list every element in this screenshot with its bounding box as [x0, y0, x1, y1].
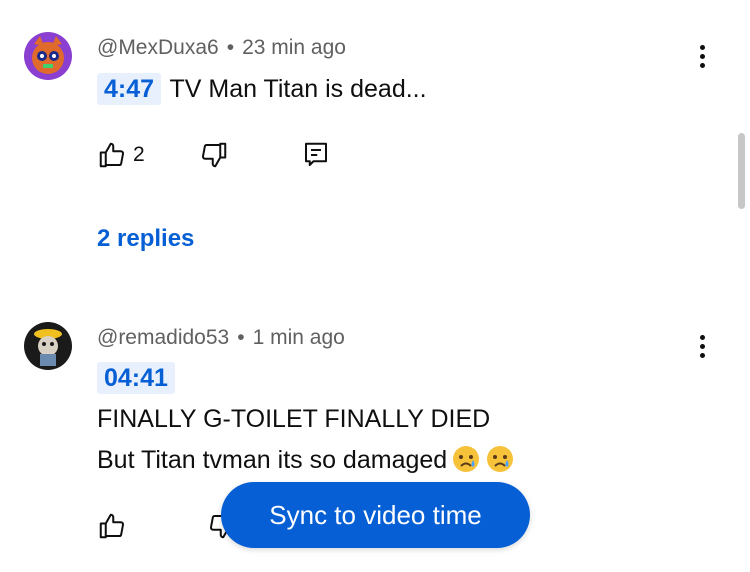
crying-face-icon: [453, 446, 480, 472]
comment-1-time: 23 min ago: [242, 36, 346, 59]
comment-1-actions: 2: [97, 137, 331, 173]
comment-2-line-2-wrap: But Titan tvman its so damaged: [97, 444, 515, 475]
scrollbar[interactable]: [738, 133, 745, 209]
avatar-1-image: [24, 32, 72, 80]
sync-to-video-time-button[interactable]: Sync to video time: [221, 482, 530, 548]
like-button[interactable]: [97, 511, 127, 541]
dislike-button[interactable]: [199, 140, 229, 170]
comment-2-actions: [97, 508, 237, 544]
comment-1-meta: @MexDuxa6 • 23 min ago: [97, 36, 346, 60]
meta-separator: •: [226, 36, 235, 59]
more-options-icon[interactable]: [690, 38, 714, 74]
comment-2-time: 1 min ago: [252, 326, 345, 349]
meta-separator: •: [237, 326, 245, 349]
like-icon: [99, 142, 125, 168]
comment-2-timestamp-link[interactable]: 04:41: [97, 362, 175, 394]
replies-link[interactable]: 2 replies: [97, 225, 194, 253]
comment-1-author[interactable]: @MexDuxa6: [97, 36, 219, 59]
avatar-2-image: [24, 322, 72, 370]
crying-face-icon: [487, 446, 514, 472]
avatar-2[interactable]: [24, 322, 72, 370]
like-count: 2: [133, 143, 145, 166]
like-icon: [99, 513, 125, 539]
comment-2-meta: @remadido53 • 1 min ago: [97, 326, 345, 350]
comment-1-text: TV Man Titan is dead...: [169, 75, 427, 103]
comment-2-body: 04:41 FINALLY G-TOILET FINALLY DIED But …: [97, 362, 515, 475]
comment-1-timestamp-link[interactable]: 4:47: [97, 73, 162, 105]
reply-button[interactable]: [301, 140, 331, 170]
dislike-icon: [201, 142, 226, 168]
avatar-1[interactable]: [24, 32, 72, 80]
comment-2-author[interactable]: @remadido53: [97, 326, 229, 349]
comment-2-line-2: But Titan tvman its so damaged: [97, 446, 448, 474]
like-button[interactable]: 2: [97, 140, 145, 170]
comment-2-line-1: FINALLY G-TOILET FINALLY DIED: [97, 405, 491, 433]
comment-1-body: 4:47 TV Man Titan is dead...: [97, 73, 427, 105]
more-options-icon[interactable]: [690, 328, 714, 364]
reply-icon: [304, 142, 327, 166]
